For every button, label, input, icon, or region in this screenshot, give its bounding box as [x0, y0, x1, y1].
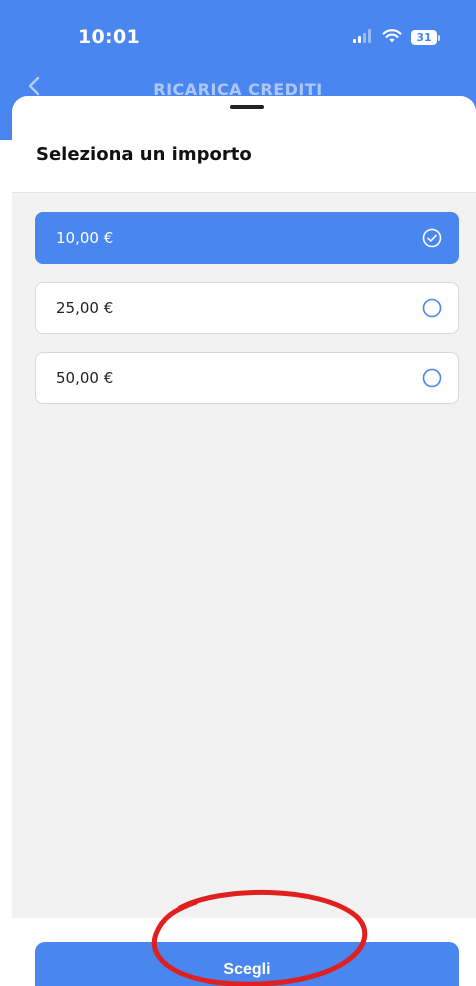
battery-icon: 31: [411, 30, 440, 45]
battery-level: 31: [411, 30, 437, 45]
sheet-grabber[interactable]: [230, 105, 264, 109]
amount-options: 10,00 € 25,00 € 50,00 €: [35, 212, 459, 422]
amount-option-25[interactable]: 25,00 €: [35, 282, 459, 334]
sheet-title: Seleziona un importo: [36, 144, 252, 165]
signal-icon: [353, 28, 373, 47]
amount-option-50[interactable]: 50,00 €: [35, 352, 459, 404]
status-time: 10:01: [78, 26, 140, 48]
radio-circle-icon: [422, 368, 442, 388]
sheet-header: Seleziona un importo: [12, 96, 476, 193]
choose-button[interactable]: Scegli: [35, 942, 459, 986]
sheet-footer: Scegli: [12, 918, 476, 986]
app-screen: 10:01 31 RICARICA CREDITI Seleziona un i…: [0, 0, 476, 986]
amount-label: 10,00 €: [56, 229, 114, 247]
status-icons: 31: [353, 28, 440, 47]
amount-label: 25,00 €: [56, 299, 114, 317]
amount-sheet: Seleziona un importo 10,00 € 25,00 € 50,…: [12, 96, 476, 918]
wifi-icon: [382, 28, 402, 47]
radio-circle-icon: [422, 298, 442, 318]
amount-option-10[interactable]: 10,00 €: [35, 212, 459, 264]
battery-tip: [438, 34, 440, 41]
check-circle-icon: [422, 228, 442, 248]
amount-label: 50,00 €: [56, 369, 114, 387]
